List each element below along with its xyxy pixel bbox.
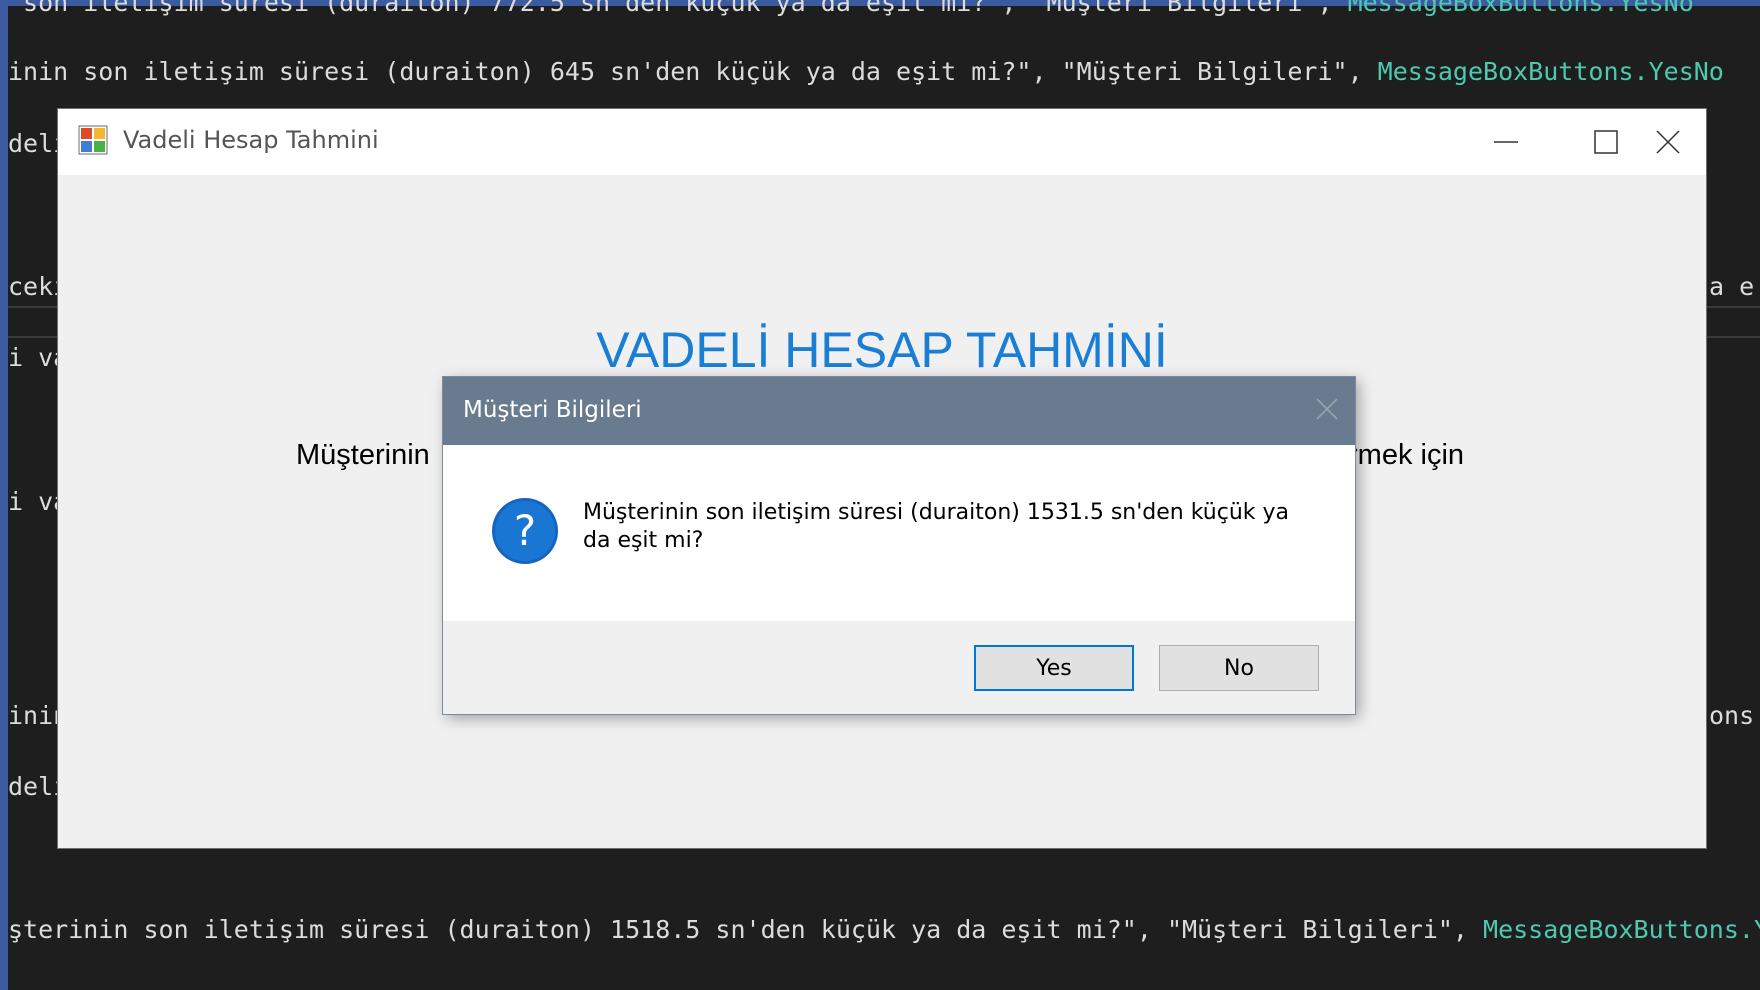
dialog-title: Müşteri Bilgileri (463, 397, 642, 423)
code-token: ons (1709, 701, 1755, 730)
code-token: MessageBoxButtons.YesNo (1347, 0, 1694, 17)
desktop-edge-left (0, 0, 8, 990)
message-box-dialog: Müşteri Bilgileri ? Müşterinin son ileti… (443, 377, 1355, 714)
form-heading: VADELİ HESAP TAHMİNİ (596, 322, 1168, 378)
app-icon (78, 125, 108, 155)
window-title: Vadeli Hesap Tahmini (123, 126, 379, 154)
dialog-close-button[interactable] (1315, 397, 1339, 425)
svg-text:?: ? (514, 506, 536, 555)
code-token: şterinin son iletişim süresi (duraiton) … (8, 915, 1484, 944)
close-icon (1656, 130, 1680, 154)
code-token: MessageBoxButtons.YesNo (1377, 57, 1724, 86)
no-button[interactable]: No (1159, 645, 1319, 691)
code-token: MessageBoxButtons.YesNo (1483, 915, 1760, 944)
code-token: a e (1709, 272, 1755, 301)
dialog-message: Müşterinin son iletişim süresi (duraiton… (583, 500, 1289, 553)
close-button[interactable] (1606, 109, 1706, 175)
code-token: inin son iletişim süresi (duraiton) 645 … (8, 57, 1378, 86)
code-token: son iletişim süresi (duraiton) 772.5 sn'… (8, 0, 1348, 17)
code-line: inin son iletişim süresi (duraiton) 645 … (8, 57, 1760, 87)
minimize-button[interactable] (1456, 109, 1556, 175)
form-subtitle-right: rmek için (1348, 439, 1465, 471)
close-icon (1316, 398, 1338, 420)
code-line: a e (1709, 272, 1754, 302)
dialog-titlebar[interactable]: Müşteri Bilgileri (443, 377, 1355, 445)
form-subtitle-left: Müşterinin (296, 439, 430, 471)
code-line: son iletişim süresi (duraiton) 772.5 sn'… (8, 0, 1760, 18)
yes-button[interactable]: Yes (974, 645, 1134, 691)
window-titlebar[interactable]: Vadeli Hesap Tahmini (58, 109, 1706, 175)
code-line: şterinin son iletişim süresi (duraiton) … (8, 915, 1760, 945)
question-icon: ? (491, 497, 559, 569)
code-line: ons (1709, 701, 1754, 731)
dialog-body: ? Müşterinin son iletişim süresi (durait… (443, 445, 1355, 621)
minimize-icon (1494, 141, 1518, 143)
